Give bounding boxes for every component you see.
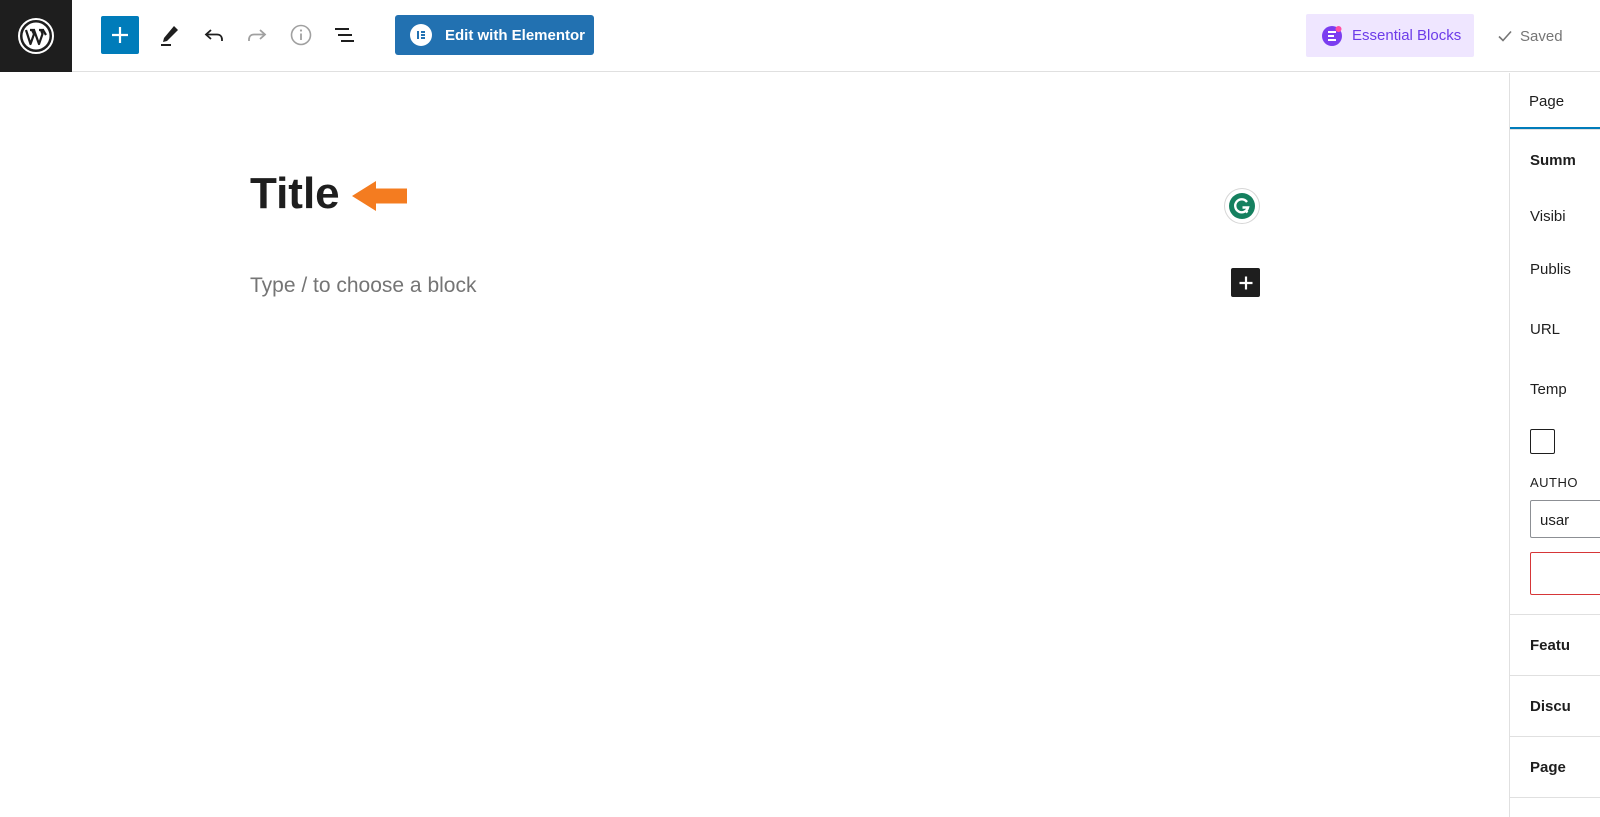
wordpress-icon [18, 18, 54, 54]
sidebar-checkbox[interactable] [1530, 429, 1555, 454]
essential-blocks-label: Essential Blocks [1352, 27, 1462, 44]
page-attributes-panel-title[interactable]: Page [1530, 759, 1566, 776]
template-label: Temp [1530, 381, 1567, 398]
saved-status: Saved [1496, 24, 1563, 48]
essential-blocks-button[interactable]: Essential Blocks [1306, 14, 1474, 57]
saved-label: Saved [1520, 27, 1563, 45]
details-button[interactable] [282, 16, 320, 54]
grammarly-icon [1229, 193, 1255, 219]
list-view-button[interactable] [325, 16, 363, 54]
panel-divider [1510, 614, 1600, 615]
edit-with-elementor-button[interactable]: Edit with Elementor [395, 15, 594, 55]
settings-sidebar: Page Summ Visibi Publis URL Temp AUTHO u… [1509, 73, 1600, 817]
undo-button[interactable] [195, 16, 233, 54]
undo-icon [204, 29, 223, 41]
block-placeholder[interactable]: Type / to choose a block [250, 274, 476, 298]
tab-divider [1510, 129, 1600, 130]
check-icon [1498, 30, 1512, 42]
visibility-label: Visibi [1530, 208, 1566, 225]
wordpress-logo[interactable] [0, 0, 72, 72]
editor-canvas: Title Type / to choose a block [0, 73, 1509, 817]
tools-button[interactable] [151, 16, 189, 54]
redo-icon [248, 29, 267, 41]
list-view-icon [335, 28, 354, 42]
essential-blocks-icon [1321, 25, 1343, 47]
redo-button[interactable] [238, 16, 276, 54]
post-title[interactable]: Title [250, 168, 340, 220]
arrow-left-icon [352, 181, 407, 211]
panel-divider [1510, 797, 1600, 798]
featured-image-panel-title[interactable]: Featu [1530, 637, 1570, 654]
discussion-panel-title[interactable]: Discu [1530, 698, 1571, 715]
edit-with-elementor-label: Edit with Elementor [445, 26, 586, 44]
panel-divider [1510, 675, 1600, 676]
panel-divider [1510, 736, 1600, 737]
grammarly-button[interactable] [1225, 189, 1259, 223]
plus-icon [112, 27, 128, 43]
author-field[interactable]: usar [1530, 500, 1600, 538]
move-to-trash-button[interactable] [1530, 552, 1600, 595]
summary-panel-title[interactable]: Summ [1530, 152, 1576, 169]
publish-label: Publis [1530, 261, 1571, 278]
author-label: AUTHO [1530, 475, 1578, 490]
plus-icon [1239, 276, 1252, 289]
url-label: URL [1530, 321, 1561, 338]
add-block-button[interactable] [101, 16, 139, 54]
block-inserter-button[interactable] [1231, 268, 1260, 297]
tab-page[interactable]: Page [1510, 73, 1600, 129]
info-icon [290, 24, 312, 46]
pencil-icon [161, 26, 178, 46]
editor-toolbar: Edit with Elementor Essential Blocks Sav… [0, 0, 1600, 72]
elementor-icon [410, 24, 432, 46]
